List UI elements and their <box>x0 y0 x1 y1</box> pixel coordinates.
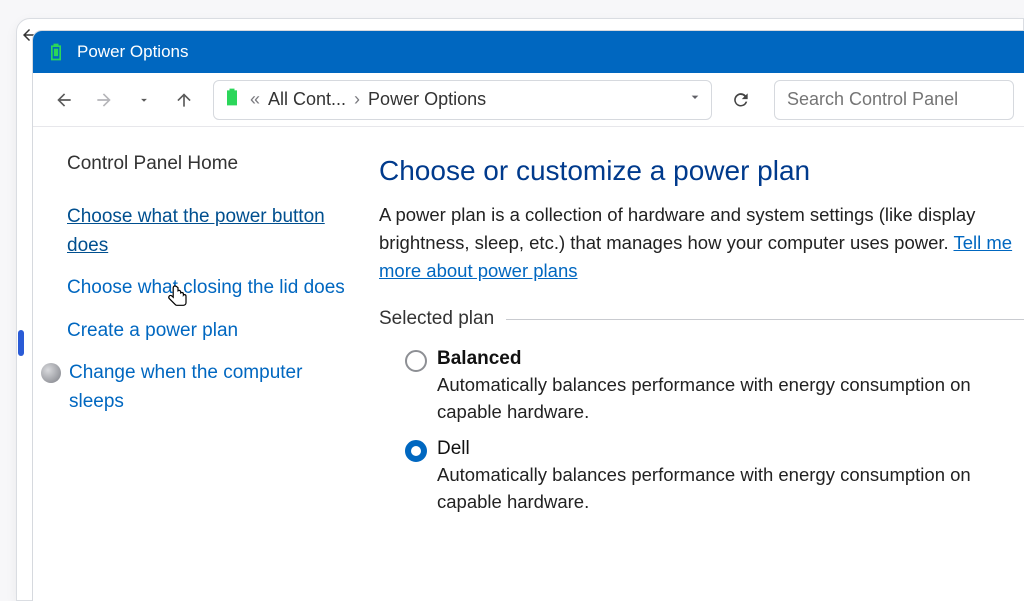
plan-desc: Automatically balances performance with … <box>437 462 1024 516</box>
radio-dell[interactable] <box>405 440 427 462</box>
radio-balanced[interactable] <box>405 350 427 372</box>
sidebar-item-sleep[interactable]: Change when the computer sleeps <box>69 359 347 416</box>
section-label: Selected plan <box>379 308 494 330</box>
plan-desc: Automatically balances performance with … <box>437 372 1024 426</box>
chevron-left-icon: « <box>250 89 260 110</box>
sidebar-item-create-plan[interactable]: Create a power plan <box>67 317 347 346</box>
forward-button[interactable] <box>87 83 121 117</box>
control-panel-home-link[interactable]: Control Panel Home <box>67 153 347 175</box>
history-dropdown[interactable] <box>127 83 161 117</box>
plan-name: Dell <box>437 438 1024 460</box>
sidebar: Control Panel Home Choose what the power… <box>33 127 371 601</box>
chevron-down-icon[interactable] <box>687 89 703 110</box>
refresh-button[interactable] <box>724 83 758 117</box>
address-bar[interactable]: « All Cont... › Power Options <box>213 80 712 120</box>
chevron-right-icon: › <box>354 89 360 110</box>
main-content: Choose or customize a power plan A power… <box>371 127 1024 601</box>
up-button[interactable] <box>167 83 201 117</box>
plan-dell[interactable]: Dell Automatically balances performance … <box>405 438 1024 516</box>
page-title: Choose or customize a power plan <box>379 155 1024 187</box>
sidebar-item-close-lid[interactable]: Choose what closing the lid does <box>67 274 347 303</box>
page-description: A power plan is a collection of hardware… <box>379 201 1024 284</box>
toolbar: « All Cont... › Power Options <box>33 73 1024 127</box>
accent-indicator <box>18 330 24 356</box>
titlebar: Power Options <box>33 31 1024 73</box>
back-button[interactable] <box>47 83 81 117</box>
breadcrumb-parent[interactable]: All Cont... <box>268 89 346 110</box>
battery-icon <box>222 87 242 112</box>
plan-name: Balanced <box>437 348 1024 370</box>
battery-icon <box>45 41 67 63</box>
window-title: Power Options <box>77 42 189 62</box>
sidebar-item-power-button[interactable]: Choose what the power button does <box>67 203 347 260</box>
power-options-window: Power Options « All Cont... › Power Opti… <box>32 30 1024 601</box>
sleep-icon <box>41 363 61 383</box>
search-input[interactable] <box>787 89 1001 110</box>
divider <box>506 319 1024 320</box>
breadcrumb-current[interactable]: Power Options <box>368 89 486 110</box>
search-input-wrap[interactable] <box>774 80 1014 120</box>
plan-balanced[interactable]: Balanced Automatically balances performa… <box>405 348 1024 426</box>
